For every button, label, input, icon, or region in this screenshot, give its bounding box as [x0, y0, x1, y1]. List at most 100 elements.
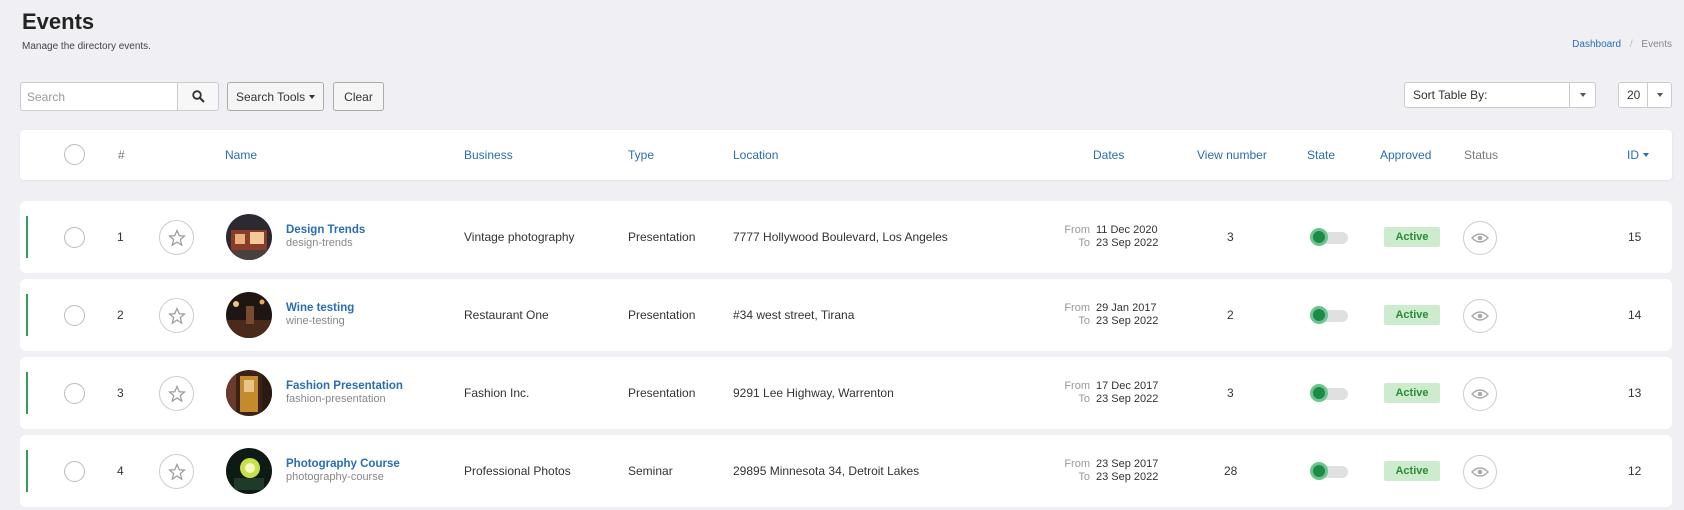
- event-id: 15: [1628, 230, 1642, 244]
- row-checkbox[interactable]: [64, 383, 85, 404]
- event-view-count: 2: [1227, 308, 1234, 322]
- event-name-link[interactable]: Photography Course: [286, 458, 400, 471]
- event-name-block: Fashion Presentation fashion-presentatio…: [286, 380, 403, 406]
- date-to: 23 Sep 2022: [1096, 237, 1159, 249]
- status-badge: Active: [1384, 383, 1440, 403]
- table-header: # Name Business Type Location Dates View…: [20, 130, 1672, 180]
- view-button[interactable]: [1463, 299, 1497, 333]
- state-toggle[interactable]: [1310, 384, 1348, 402]
- view-button[interactable]: [1463, 455, 1497, 489]
- header-id[interactable]: ID: [1627, 130, 1649, 180]
- event-thumbnail: [226, 370, 272, 416]
- table-row: 3 Fashion Presentation fashion-presentat…: [20, 357, 1672, 429]
- row-number: 1: [117, 230, 124, 244]
- chevron-down-icon: [1656, 93, 1663, 97]
- sort-dropdown-toggle[interactable]: [1569, 83, 1595, 107]
- header-approved[interactable]: Approved: [1380, 130, 1431, 180]
- row-status-bar: [26, 450, 28, 492]
- limit-select-value: 20: [1627, 88, 1641, 102]
- event-business: Vintage photography: [464, 230, 575, 244]
- date-from: 29 Jan 2017: [1096, 302, 1157, 314]
- event-alias: photography-course: [286, 471, 384, 483]
- row-status-bar: [26, 372, 28, 414]
- event-view-count: 28: [1224, 464, 1238, 478]
- state-toggle[interactable]: [1310, 462, 1348, 480]
- search-tools-button[interactable]: Search Tools: [227, 82, 325, 111]
- breadcrumb-current: Events: [1641, 39, 1672, 50]
- select-all-checkbox[interactable]: [64, 144, 85, 165]
- event-thumbnail: [226, 214, 272, 260]
- search-tools-label: Search Tools: [236, 89, 306, 104]
- row-checkbox[interactable]: [64, 227, 85, 248]
- header-view-number[interactable]: View number: [1197, 130, 1267, 180]
- clear-button[interactable]: Clear: [333, 82, 384, 111]
- featured-star-button[interactable]: [159, 220, 194, 255]
- header-business[interactable]: Business: [464, 130, 513, 180]
- event-id: 13: [1628, 386, 1642, 400]
- header-number: #: [118, 148, 125, 162]
- row-number: 2: [117, 308, 124, 322]
- date-to-label: To: [1078, 393, 1090, 405]
- table-row: 2 Wine testing wine-testing Restaurant O…: [20, 279, 1672, 351]
- row-number: 4: [117, 464, 124, 478]
- event-id: 12: [1628, 464, 1642, 478]
- breadcrumb-dashboard-link[interactable]: Dashboard: [1572, 39, 1621, 50]
- event-name-link[interactable]: Fashion Presentation: [286, 380, 403, 393]
- event-thumbnail: [226, 292, 272, 338]
- chevron-down-icon: [1579, 93, 1586, 97]
- header-type[interactable]: Type: [628, 130, 654, 180]
- event-location: #34 west street, Tirana: [733, 308, 855, 322]
- limit-select[interactable]: 20: [1618, 82, 1672, 108]
- event-type: Seminar: [628, 464, 673, 478]
- date-to: 23 Sep 2022: [1096, 393, 1159, 405]
- star-icon: [167, 384, 186, 402]
- event-name-link[interactable]: Wine testing: [286, 302, 354, 315]
- eye-icon: [1471, 389, 1489, 399]
- date-from: 11 Dec 2020: [1096, 224, 1158, 236]
- chevron-down-icon: [309, 94, 316, 99]
- event-location: 7777 Hollywood Boulevard, Los Angeles: [733, 230, 948, 244]
- header-location[interactable]: Location: [733, 130, 778, 180]
- date-to-label: To: [1078, 471, 1090, 483]
- event-business: Fashion Inc.: [464, 386, 530, 400]
- table-row: 4 Photography Course photography-course …: [20, 435, 1672, 507]
- breadcrumb-separator: /: [1629, 39, 1633, 50]
- featured-star-button[interactable]: [159, 376, 194, 411]
- view-button[interactable]: [1463, 221, 1497, 255]
- header-dates[interactable]: Dates: [1093, 130, 1124, 180]
- table-row: 1 Design Trends design-trends Vintage ph…: [20, 201, 1672, 273]
- event-name-block: Design Trends design-trends: [286, 224, 365, 250]
- search-button[interactable]: [177, 82, 219, 111]
- event-name-link[interactable]: Design Trends: [286, 224, 365, 237]
- sort-select[interactable]: Sort Table By:: [1404, 82, 1596, 108]
- row-status-bar: [26, 294, 28, 336]
- date-to-label: To: [1078, 237, 1090, 249]
- row-checkbox[interactable]: [64, 305, 85, 326]
- page-subtitle: Manage the directory events.: [22, 41, 151, 52]
- view-button[interactable]: [1463, 377, 1497, 411]
- event-dates: From 23 Sep 2017 To 23 Sep 2022: [1060, 458, 1158, 484]
- date-from-label: From: [1064, 458, 1090, 470]
- row-number: 3: [117, 386, 124, 400]
- limit-dropdown-toggle[interactable]: [1647, 83, 1671, 107]
- search-input[interactable]: [20, 82, 177, 111]
- status-badge: Active: [1384, 227, 1440, 247]
- event-business: Restaurant One: [464, 308, 549, 322]
- event-alias: fashion-presentation: [286, 393, 386, 405]
- event-alias: wine-testing: [286, 315, 345, 327]
- page-title: Events: [22, 9, 95, 34]
- header-name[interactable]: Name: [225, 130, 257, 180]
- date-from: 23 Sep 2017: [1096, 458, 1159, 470]
- row-checkbox[interactable]: [64, 461, 85, 482]
- status-badge: Active: [1384, 461, 1440, 481]
- state-toggle[interactable]: [1310, 228, 1348, 246]
- toolbar: Search Tools Clear Sort Table By: 20: [20, 82, 1672, 112]
- breadcrumb: Dashboard / Events: [1572, 39, 1672, 50]
- featured-star-button[interactable]: [159, 298, 194, 333]
- state-toggle[interactable]: [1310, 306, 1348, 324]
- search-icon: [191, 90, 205, 103]
- header-state[interactable]: State: [1307, 130, 1335, 180]
- date-to: 23 Sep 2022: [1096, 315, 1159, 327]
- featured-star-button[interactable]: [159, 454, 194, 489]
- eye-icon: [1471, 467, 1489, 477]
